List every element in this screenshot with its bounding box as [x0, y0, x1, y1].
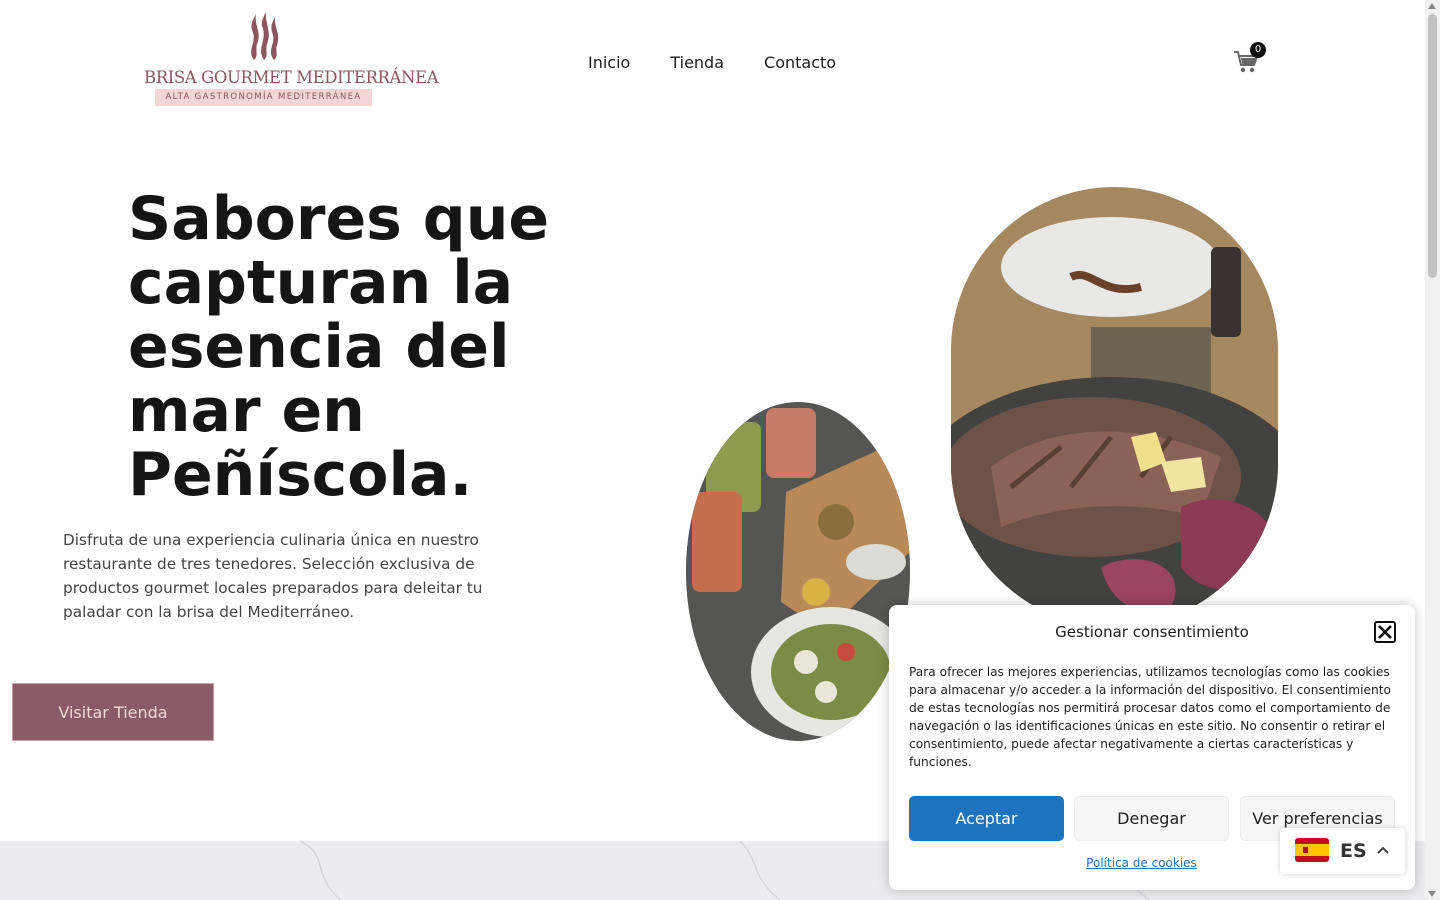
logo-name: BRISA GOURMET MEDITERRÁNEA	[144, 68, 439, 87]
language-code: ES	[1340, 840, 1367, 862]
cookie-dialog-text: Para ofrecer las mejores experiencias, u…	[909, 665, 1391, 769]
cart-button[interactable]: 0	[1233, 42, 1266, 75]
scroll-up-arrow-icon[interactable]	[1428, 3, 1436, 9]
flame-logo-icon	[251, 12, 279, 60]
nav-contacto[interactable]: Contacto	[764, 53, 836, 72]
chevron-up-icon	[1377, 846, 1389, 854]
food-image-drinks-platter	[686, 402, 910, 741]
language-switcher[interactable]: ES	[1280, 828, 1405, 874]
nav-tienda[interactable]: Tienda	[670, 53, 724, 72]
deny-cookies-button[interactable]: Denegar	[1074, 796, 1229, 841]
visit-shop-button[interactable]: Visitar Tienda	[12, 683, 214, 741]
hero-title: Sabores que capturan la esencia del mar …	[128, 184, 550, 510]
accept-cookies-button[interactable]: Aceptar	[909, 796, 1064, 841]
close-icon[interactable]	[1374, 621, 1396, 643]
site-logo[interactable]: BRISA GOURMET MEDITERRÁNEA ALTA GASTRONO…	[144, 12, 439, 108]
logo-tagline: ALTA GASTRONOMÍA MEDITERRÁNEA	[155, 89, 372, 106]
scroll-thumb[interactable]	[1428, 14, 1437, 278]
nav-inicio[interactable]: Inicio	[588, 53, 630, 72]
cookie-dialog-title: Gestionar consentimiento	[1055, 623, 1249, 641]
page-scrollbar[interactable]	[1425, 0, 1440, 900]
food-image-steak	[951, 187, 1278, 627]
spain-flag-icon	[1295, 838, 1329, 862]
main-nav: Inicio Tienda Contacto	[588, 53, 836, 72]
scroll-down-arrow-icon[interactable]	[1428, 891, 1436, 897]
cart-count-badge: 0	[1250, 42, 1266, 58]
hero-description: Disfruta de una experiencia culinaria ún…	[63, 531, 483, 621]
